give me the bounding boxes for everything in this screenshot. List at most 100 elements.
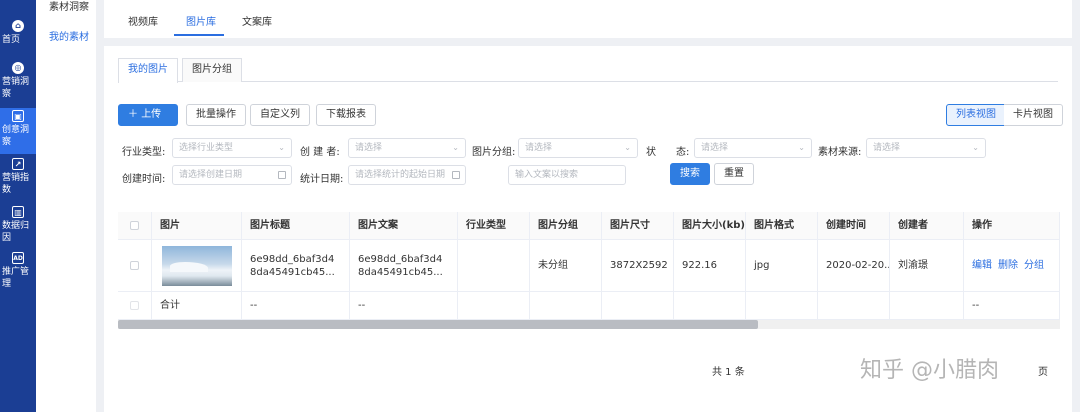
pagination-page-label: 页 xyxy=(1038,367,1048,378)
total-copy-cell: -- xyxy=(350,292,458,319)
group-select[interactable]: 请选择 ⌄ xyxy=(518,138,638,158)
table-header-row: 图片 图片标题 图片文案 行业类型 图片分组 图片尺寸 图片大小(kb) 图片格… xyxy=(118,212,1060,240)
empty-cell xyxy=(674,292,746,319)
empty-cell xyxy=(890,292,964,319)
chevron-down-icon: ⌄ xyxy=(278,143,285,152)
edit-link[interactable]: 编辑 xyxy=(972,259,992,272)
rail-item-attribution[interactable]: ▥ 数据归因 xyxy=(0,206,36,244)
rail-label: 营销洞察 xyxy=(2,77,30,99)
size-cell: 3872X2592 xyxy=(602,240,674,291)
created-cell: 2020-02-20... xyxy=(818,240,890,291)
image-thumbnail[interactable] xyxy=(162,245,232,286)
created-date-picker[interactable]: 请选择创建日期 xyxy=(172,165,292,185)
group-label: 图片分组: xyxy=(472,147,516,158)
rail-item-creative-insight[interactable]: ▣ 创意洞察 xyxy=(0,108,36,154)
bar-chart-icon: ▥ xyxy=(12,206,24,218)
reset-button[interactable]: 重置 xyxy=(714,163,754,185)
industry-select[interactable]: 选择行业类型 ⌄ xyxy=(172,138,292,158)
chevron-down-icon: ⌄ xyxy=(452,143,459,152)
rail-label: 营销指数 xyxy=(2,173,30,195)
header-cell: 操作 xyxy=(964,212,1060,239)
rail-label: 数据归因 xyxy=(2,221,30,243)
header-cell: 图片尺寸 xyxy=(602,212,674,239)
thumbnail-cell xyxy=(152,240,242,291)
source-select[interactable]: 请选择 ⌄ xyxy=(866,138,986,158)
home-icon: ⌂ xyxy=(12,20,24,32)
kb-cell: 922.16 xyxy=(674,240,746,291)
operations-cell: 编辑 删除 分组 xyxy=(964,240,1060,291)
rail-label: 首页 xyxy=(2,35,21,45)
select-all-checkbox[interactable] xyxy=(130,221,139,230)
group-cell: 未分组 xyxy=(530,240,602,291)
card-view-button[interactable]: 卡片视图 xyxy=(1004,104,1063,126)
rail-item-marketing-insight[interactable]: ◎ 营销洞察 xyxy=(0,62,36,100)
copy-cell: 6e98dd_6baf3d48da45491cb45... xyxy=(350,240,458,291)
creator-placeholder: 请选择 xyxy=(355,143,383,153)
rail-item-marketing-index[interactable]: ↗ 营销指数 xyxy=(0,158,36,196)
created-label: 创建时间: xyxy=(122,174,166,185)
search-input[interactable]: 输入文案以搜索 xyxy=(508,165,626,185)
creator-label: 创 建 者: xyxy=(300,147,340,158)
horizontal-scrollbar[interactable] xyxy=(118,320,1060,329)
created-placeholder: 请选择创建日期 xyxy=(179,170,243,180)
industry-cell xyxy=(458,240,530,291)
row-checkbox[interactable] xyxy=(130,261,139,270)
status-placeholder: 请选择 xyxy=(701,143,729,153)
watermark: 知乎 @小腊肉 xyxy=(860,358,999,383)
title-cell: 6e98dd_6baf3d48da45491cb45... xyxy=(242,240,350,291)
stat-date-picker[interactable]: 请选择统计的起始日期 xyxy=(348,165,466,185)
header-cell: 图片 xyxy=(152,212,242,239)
tab-copy-library[interactable]: 文案库 xyxy=(242,13,272,28)
header-cell: 创建者 xyxy=(890,212,964,239)
scrollbar-thumb[interactable] xyxy=(118,320,758,329)
rail-label: 创意洞察 xyxy=(2,125,30,147)
rail-label: 推广管理 xyxy=(2,267,30,289)
group-link[interactable]: 分组 xyxy=(1024,259,1044,272)
header-cell: 行业类型 xyxy=(458,212,530,239)
total-title-cell: -- xyxy=(242,292,350,319)
calendar-icon xyxy=(278,171,286,179)
search-button[interactable]: 搜索 xyxy=(670,163,710,185)
header-cell: 图片标题 xyxy=(242,212,350,239)
total-checkbox xyxy=(130,301,139,310)
status-label-1: 状 xyxy=(646,147,656,158)
chevron-down-icon: ⌄ xyxy=(624,143,631,152)
table-row[interactable]: 6e98dd_6baf3d48da45491cb45... 6e98dd_6ba… xyxy=(118,240,1060,292)
insight-icon: ◎ xyxy=(12,62,24,74)
plus-icon: ＋ xyxy=(128,109,142,120)
creator-select[interactable]: 请选择 ⌄ xyxy=(348,138,466,158)
active-tab-indicator xyxy=(174,34,224,36)
empty-cell xyxy=(458,292,530,319)
source-label: 素材来源: xyxy=(818,147,862,158)
list-view-button[interactable]: 列表视图 xyxy=(946,104,1006,126)
rail-item-ad-management[interactable]: AD 推广管理 xyxy=(0,252,36,290)
header-cell: 图片格式 xyxy=(746,212,818,239)
upload-button[interactable]: ＋ 上传 xyxy=(118,104,178,126)
download-report-button[interactable]: 下载报表 xyxy=(316,104,376,126)
subnav-item-material-insight[interactable]: 素材洞察 xyxy=(49,0,89,13)
trend-icon: ↗ xyxy=(12,158,24,170)
tab-my-images[interactable]: 我的图片 xyxy=(118,58,178,83)
top-tab-bar: 视频库 图片库 文案库 xyxy=(104,0,1072,38)
chevron-down-icon: ⌄ xyxy=(798,143,805,152)
tab-video-library[interactable]: 视频库 xyxy=(128,13,158,28)
status-label-2: 态: xyxy=(676,147,690,158)
tab-image-groups[interactable]: 图片分组 xyxy=(182,58,242,82)
delete-link[interactable]: 删除 xyxy=(998,259,1018,272)
empty-cell xyxy=(530,292,602,319)
select-all-cell xyxy=(118,212,152,239)
subnav-item-my-materials[interactable]: 我的素材 xyxy=(49,28,89,43)
image-icon: ▣ xyxy=(12,110,24,122)
calendar-icon xyxy=(452,171,460,179)
custom-columns-button[interactable]: 自定义列 xyxy=(250,104,310,126)
stat-placeholder: 请选择统计的起始日期 xyxy=(355,170,446,180)
industry-placeholder: 选择行业类型 xyxy=(179,143,234,153)
total-label-cell: 合计 xyxy=(152,292,242,319)
header-cell: 图片分组 xyxy=(530,212,602,239)
total-ops-cell: -- xyxy=(964,292,1060,319)
tab-image-library[interactable]: 图片库 xyxy=(186,13,216,28)
rail-item-home[interactable]: ⌂ 首页 xyxy=(0,20,36,46)
batch-operation-button[interactable]: 批量操作 xyxy=(186,104,246,126)
total-select-cell xyxy=(118,292,152,319)
status-select[interactable]: 请选择 ⌄ xyxy=(694,138,812,158)
